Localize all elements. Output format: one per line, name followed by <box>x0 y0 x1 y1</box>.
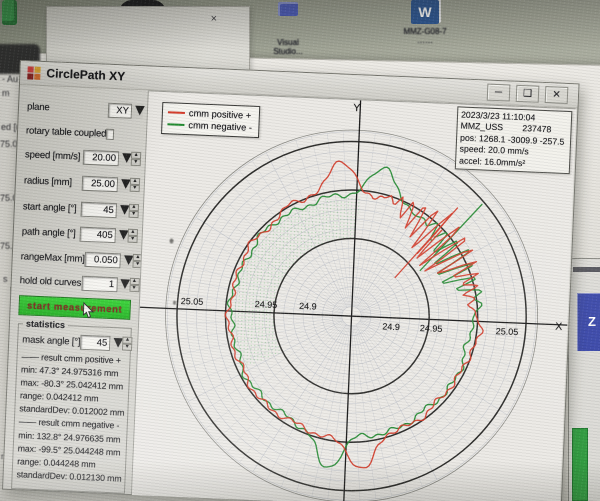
field-value[interactable]: 20.00 <box>83 149 120 165</box>
chevron-down-icon[interactable]: ▼ <box>116 203 128 218</box>
field-value[interactable]: 25.00 <box>82 175 119 191</box>
field-row-rangemax-mm-: rangeMax [mm]0.050▼▲▼ <box>20 247 137 270</box>
field-row-plane: planeXY▼ <box>27 97 144 120</box>
radial-tick-label: 24.9 <box>382 321 400 332</box>
chevron-down-icon[interactable]: ▼ <box>115 228 127 243</box>
field-value[interactable]: 45 <box>81 201 118 217</box>
spin-down-button[interactable]: ▼ <box>128 211 138 218</box>
field-label: speed [mm/s] <box>25 149 83 162</box>
icon-label: MMZ-G08-7 <box>392 27 458 36</box>
statistics-label: statistics <box>23 318 68 330</box>
field-row-hold-old-curves: hold old curves1▼▲▼ <box>19 271 136 294</box>
polar-chart-panel: 25.05 24.95 24.9 24.9 24.95 25.05 X Y cmm posit… <box>131 90 576 501</box>
legend-entry: cmm negative - <box>167 118 252 134</box>
circlepath-xy-window: CirclePath XY ─ ❑ ✕ start measurement st… <box>2 60 580 501</box>
spinner-buttons: ▲▼ <box>129 278 140 292</box>
field-row-path-angle-: path angle [°]405▼▲▼ <box>21 222 138 245</box>
bg-text-fragment: s <box>3 274 8 284</box>
spin-down-button[interactable]: ▼ <box>130 185 140 192</box>
field-value[interactable]: 405 <box>79 226 116 242</box>
radial-tick-label: 24.95 <box>255 299 278 310</box>
radial-tick-label: 24.95 <box>420 323 443 334</box>
field-row-start-angle-: start angle [°]45▼▲▼ <box>23 197 140 220</box>
parameter-panel: start measurement statistics mask angle … <box>11 93 143 494</box>
field-row-speed-mm-s-: speed [mm/s]20.00▼▲▼ <box>25 145 142 168</box>
field-label: mask angle [°] <box>22 334 81 347</box>
spinner-buttons: ▲▼ <box>128 204 139 218</box>
chevron-down-icon[interactable]: ▼ <box>117 277 129 292</box>
field-row-rotary-table-coupled: rotary table coupled <box>26 121 143 144</box>
spinner-buttons: ▲▼ <box>130 178 141 192</box>
field-label: radius [mm] <box>24 175 82 188</box>
field-row-radius-mm-: radius [mm]25.00▼▲▼ <box>24 171 141 194</box>
rotary-coupled-checkbox[interactable] <box>106 128 114 139</box>
field-value[interactable]: 0.050 <box>84 251 121 267</box>
spinner-buttons: ▲▼ <box>127 229 138 243</box>
chevron-down-icon[interactable]: ▼ <box>120 253 132 268</box>
spin-button[interactable]: ▼ <box>122 344 132 351</box>
mouse-cursor <box>82 302 95 319</box>
spinner-buttons: ▲▼ <box>131 152 142 166</box>
field-row-mask-angle: mask angle [°]45▼▲▼ <box>22 330 129 352</box>
field-label: plane <box>27 101 108 115</box>
photographed-screen: Visual Studio... W MMZ-G08-7 …… 座標数(Zhan… <box>0 0 600 501</box>
legend-line-sample <box>168 111 185 114</box>
chevron-down-icon[interactable]: ▼ <box>118 177 130 192</box>
icon-label: Studio... <box>260 47 316 56</box>
maximize-button[interactable]: ❑ <box>516 85 540 103</box>
bg-text-fragment: - Au <box>2 74 18 84</box>
field-control: 45▼▲▼ <box>81 201 140 218</box>
chevron-down-icon[interactable]: ▼ <box>132 103 144 118</box>
field-label: hold old curves <box>20 275 82 289</box>
field-control: XY▼ <box>108 102 144 118</box>
legend-line-sample <box>167 123 184 126</box>
app-icon <box>27 66 41 80</box>
field-label: start angle [°] <box>23 201 81 214</box>
field-value[interactable]: XY <box>108 102 133 118</box>
spin-down-button[interactable]: ▼ <box>129 285 139 292</box>
start-measurement-button[interactable]: start measurement <box>18 295 131 320</box>
statistics-results: —— result cmm positive +min: 47.3° 24.97… <box>16 350 141 486</box>
icon-label: Visual <box>260 38 316 47</box>
spinner-buttons: ▲▼ <box>122 337 133 351</box>
icon-label: …… <box>392 36 458 45</box>
field-value[interactable]: 1 <box>81 275 118 291</box>
field-label: path angle [°] <box>22 226 80 239</box>
desktop-icon-word-doc[interactable]: W MMZ-G08-7 …… <box>392 0 458 45</box>
chevron-down-icon[interactable]: ▼ <box>110 336 122 351</box>
close-icon[interactable]: × <box>211 13 217 25</box>
field-label: rangeMax [mm] <box>21 251 85 265</box>
field-control: 20.00▼▲▼ <box>83 149 142 166</box>
field-control: 405▼▲▼ <box>79 226 138 243</box>
green-status-bar <box>572 428 588 501</box>
chart-legend: cmm positive +cmm negative - <box>161 102 260 138</box>
field-control: 25.00▼▲▼ <box>82 175 141 192</box>
desktop-icon-green-app[interactable] <box>2 0 17 25</box>
chevron-down-icon[interactable]: ▼ <box>119 151 131 166</box>
y-axis-label: Y <box>353 102 361 114</box>
z-button[interactable]: Z <box>577 293 600 351</box>
spin-down-button[interactable]: ▼ <box>127 236 137 243</box>
field-control: 0.050▼▲▼ <box>84 251 143 268</box>
visual-studio-icon <box>278 2 298 16</box>
field-label: rotary table coupled <box>26 125 107 139</box>
radial-tick-label: 25.05 <box>181 296 204 307</box>
spin-down-button[interactable]: ▼ <box>131 159 141 166</box>
window-strip <box>573 267 600 272</box>
legend-label: cmm negative - <box>188 119 252 134</box>
close-button[interactable]: ✕ <box>545 86 569 104</box>
minimize-button[interactable]: ─ <box>487 84 511 102</box>
radial-tick-label: 24.9 <box>299 301 317 312</box>
field-value[interactable]: 45 <box>80 334 111 350</box>
desktop-icon-visual-studio[interactable]: Visual Studio... <box>260 2 316 56</box>
field-control: 1▼▲▼ <box>81 275 140 292</box>
field-control: 45▼▲▼ <box>80 334 133 351</box>
bg-text-fragment: m <box>2 88 10 98</box>
x-axis-label: X <box>555 321 563 333</box>
window-title: CirclePath XY <box>46 66 125 83</box>
radial-tick-label: 25.05 <box>496 326 519 337</box>
word-icon: W <box>411 0 439 24</box>
statistics-groupbox: statistics mask angle [°]45▼▲▼ —— result… <box>11 323 132 494</box>
measurement-info-box: 2023/3/23 11:10:04MMZ_USS 237478pos: 126… <box>455 106 573 174</box>
